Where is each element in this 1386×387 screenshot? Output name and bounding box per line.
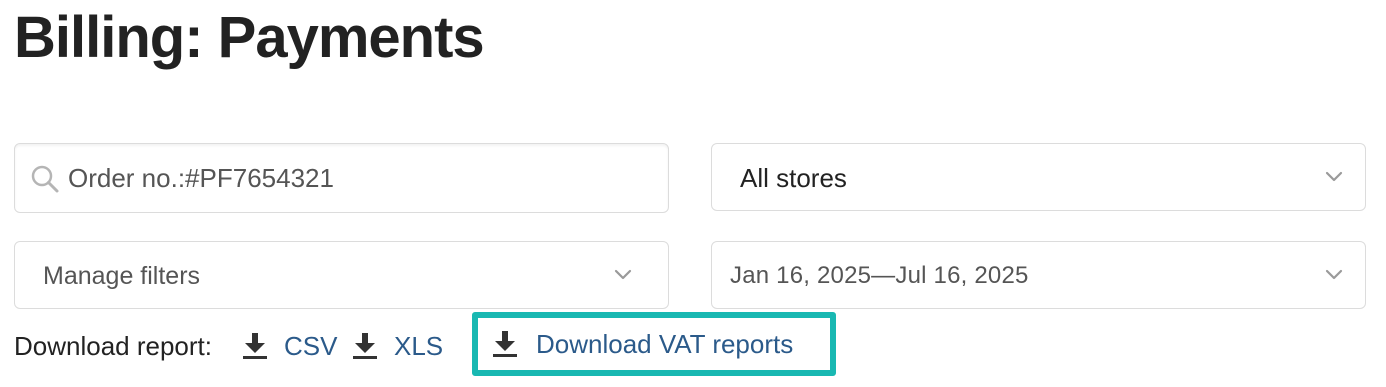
download-report-label: Download report: [14, 331, 212, 361]
store-select[interactable]: All stores [711, 143, 1366, 211]
download-vat-reports-button[interactable]: Download VAT reports [472, 312, 836, 376]
store-select-value: All stores [740, 163, 847, 193]
download-csv-link[interactable]: CSV [242, 328, 337, 364]
search-icon [31, 165, 59, 193]
billing-payments-page: Billing: Payments All stores Manage filt… [0, 0, 1386, 387]
download-xls-label: XLS [394, 330, 444, 361]
chevron-down-icon [1325, 269, 1343, 280]
chevron-down-icon [614, 269, 632, 280]
chevron-down-icon [1325, 171, 1343, 182]
date-range-value: Jan 16, 2025—Jul 16, 2025 [730, 262, 1029, 289]
manage-filters-select[interactable]: Manage filters [14, 241, 669, 309]
download-report-row: Download report: CSV XLS Download VAT re… [14, 312, 1386, 376]
download-vat-reports-label: Download VAT reports [536, 328, 794, 359]
download-xls-link[interactable]: XLS [352, 328, 443, 364]
order-search-input[interactable] [68, 144, 658, 212]
download-csv-label: CSV [284, 330, 338, 361]
download-icon [243, 333, 267, 359]
download-icon [353, 333, 377, 359]
date-range-select[interactable]: Jan 16, 2025—Jul 16, 2025 [711, 241, 1366, 309]
order-search-field[interactable] [14, 143, 669, 213]
download-icon [493, 331, 517, 357]
manage-filters-label: Manage filters [43, 262, 201, 290]
page-title: Billing: Payments [14, 5, 485, 70]
